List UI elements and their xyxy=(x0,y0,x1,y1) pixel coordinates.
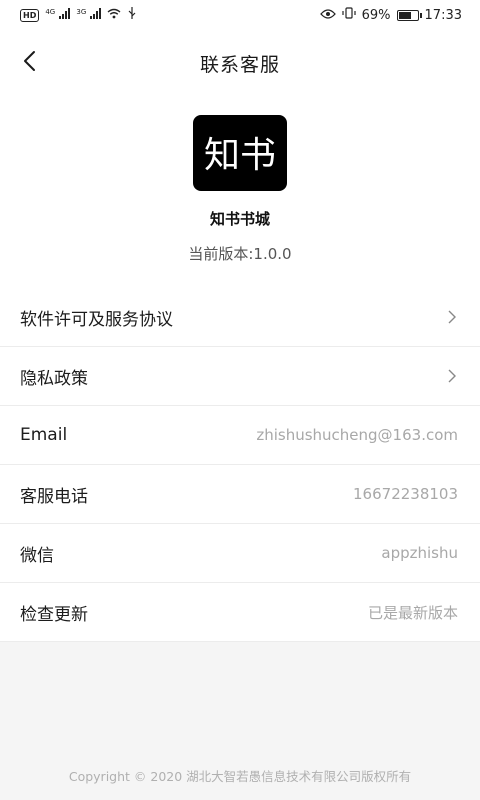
row-label: Email xyxy=(20,425,68,445)
row-label: 检查更新 xyxy=(20,604,88,625)
chevron-right-icon xyxy=(446,309,458,325)
signal-bars-icon xyxy=(59,7,71,19)
row-label: 隐私政策 xyxy=(20,368,88,389)
page-title: 联系客服 xyxy=(199,53,280,76)
status-bar-right: 69% 17:33 xyxy=(319,7,462,23)
back-button[interactable] xyxy=(14,48,44,78)
signal-2-label: 3G xyxy=(76,7,87,16)
eye-icon xyxy=(319,8,336,23)
row-privacy-policy[interactable]: 隐私政策 xyxy=(0,347,480,406)
row-email[interactable]: Email zhishushucheng@163.com xyxy=(0,406,480,465)
row-label: 软件许可及服务协议 xyxy=(20,309,173,330)
signal-2: 3G xyxy=(76,7,102,23)
status-time: 17:33 xyxy=(424,7,462,23)
status-bar-left: HD 4G 3G xyxy=(20,7,137,23)
app-logo: 知书 xyxy=(193,115,287,191)
usb-icon xyxy=(127,7,137,23)
status-bar: HD 4G 3G 69% 17:33 xyxy=(0,0,480,30)
copyright-text: Copyright © 2020 湖北大智若愚信息技术有限公司版权所有 xyxy=(68,769,412,784)
battery-fill xyxy=(398,11,411,19)
app-name: 知书书城 xyxy=(209,210,270,228)
nav-bar: 联系客服 xyxy=(0,40,480,86)
battery-icon xyxy=(396,9,422,21)
battery-percent: 69% xyxy=(361,7,391,23)
row-phone[interactable]: 客服电话 16672238103 xyxy=(0,465,480,524)
app-info: 知书 知书书城 当前版本:1.0.0 xyxy=(0,115,480,264)
row-license-agreement[interactable]: 软件许可及服务协议 xyxy=(0,288,480,347)
app-logo-mark: 知书 xyxy=(204,135,276,176)
row-wechat[interactable]: 微信 appzhishu xyxy=(0,524,480,583)
row-label: 客服电话 xyxy=(20,486,88,507)
row-label: 微信 xyxy=(20,545,54,566)
settings-list: 软件许可及服务协议 隐私政策 Email zhishushucheng@163.… xyxy=(0,288,480,642)
wechat-value: appzhishu xyxy=(381,544,458,562)
chevron-right-icon xyxy=(446,368,458,384)
signal-1-label: 4G xyxy=(45,7,56,16)
chevron-left-icon xyxy=(22,50,36,76)
update-status: 已是最新版本 xyxy=(367,603,458,622)
wifi-icon xyxy=(107,8,121,22)
row-check-update[interactable]: 检查更新 已是最新版本 xyxy=(0,583,480,642)
signal-bars-icon xyxy=(90,7,102,19)
email-value: zhishushucheng@163.com xyxy=(256,426,458,444)
vibrate-icon xyxy=(342,7,356,23)
phone-value: 16672238103 xyxy=(353,485,458,503)
app-logo-text: 知书 xyxy=(204,135,276,176)
signal-1: 4G xyxy=(45,7,71,23)
app-version: 当前版本:1.0.0 xyxy=(188,245,292,263)
hd-badge: HD xyxy=(20,8,40,22)
